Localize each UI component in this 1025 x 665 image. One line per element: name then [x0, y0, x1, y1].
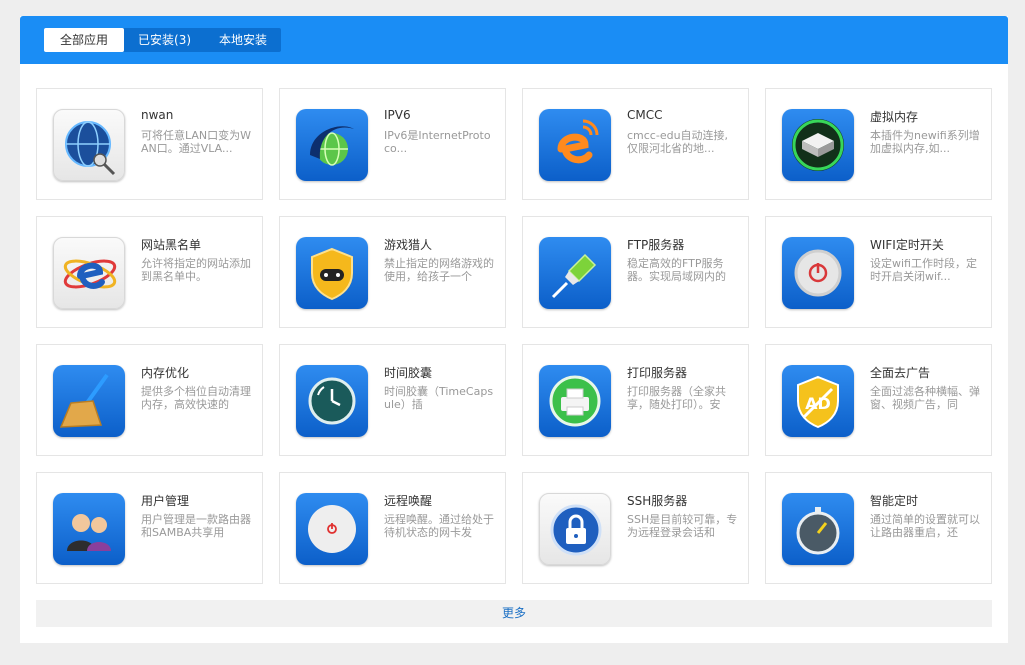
- app-card-game-hunter[interactable]: 游戏猎人 禁止指定的网络游戏的使用，给孩子一个: [279, 216, 506, 328]
- app-card-cmcc[interactable]: CMCC cmcc-edu自动连接,仅限河北省的地...: [522, 88, 749, 200]
- more-button[interactable]: 更多: [36, 600, 992, 627]
- ftp-plug-icon: [539, 237, 611, 309]
- app-card-nwan[interactable]: nwan 可将任意LAN口变为WAN口。通过VLA...: [36, 88, 263, 200]
- wake-power-icon: [296, 493, 368, 565]
- network-globe-icon: [53, 109, 125, 181]
- app-name: 用户管理: [141, 494, 190, 508]
- app-description: SSH是目前较可靠，专为远程登录会话和: [627, 513, 738, 539]
- app-card-time-capsule[interactable]: 时间胶囊 时间胶囊（TimeCapsule）插: [279, 344, 506, 456]
- ad-block-shield-icon: AD: [782, 365, 854, 437]
- app-description: 本插件为newifi系列增加虚拟内存,如...: [870, 129, 980, 155]
- app-name: 智能定时: [870, 494, 919, 508]
- app-card-ad-block[interactable]: AD 全面去广告 全面过滤各种横幅、弹窗、视频广告，同: [765, 344, 992, 456]
- app-name: 时间胶囊: [384, 366, 433, 380]
- app-description: 打印服务器（全家共享，随处打印）。安: [627, 385, 726, 411]
- app-name: CMCC: [627, 108, 663, 122]
- app-description: 允许将指定的网站添加到黑名单中。: [141, 257, 251, 283]
- app-description: 用户管理是一款路由器和SAMBA共享用: [141, 513, 251, 539]
- app-name: IPV6: [384, 108, 411, 122]
- app-name: 全面去广告: [870, 366, 931, 380]
- app-description: 可将任意LAN口变为WAN口。通过VLA...: [141, 129, 252, 155]
- app-card-virtual-memory[interactable]: 虚拟内存 本插件为newifi系列增加虚拟内存,如...: [765, 88, 992, 200]
- app-description: 时间胶囊（TimeCapsule）插: [384, 385, 494, 411]
- app-name: FTP服务器: [627, 238, 685, 252]
- browser-e-icon: [53, 237, 125, 309]
- app-name: 虚拟内存: [870, 110, 919, 124]
- cmcc-e-icon: [539, 109, 611, 181]
- app-card-ftp-server[interactable]: FTP服务器 稳定高效的FTP服务器。实现局域网内的: [522, 216, 749, 328]
- app-name: 网站黑名单: [141, 238, 202, 252]
- app-description: IPv6是InternetProtoco...: [384, 129, 491, 155]
- top-bar: 全部应用 已安装(3) 本地安装: [20, 16, 1008, 64]
- app-name: WIFI定时开关: [870, 238, 944, 252]
- app-description: 全面过滤各种横幅、弹窗、视频广告，同: [870, 385, 980, 411]
- tab-local-install[interactable]: 本地安装: [205, 28, 281, 52]
- app-card-ssh-server[interactable]: SSH服务器 SSH是目前较可靠，专为远程登录会话和: [522, 472, 749, 584]
- tab-all-apps[interactable]: 全部应用: [44, 28, 125, 52]
- app-description: 远程唤醒。通过给处于待机状态的网卡发: [384, 513, 494, 539]
- app-store-panel: 全部应用 已安装(3) 本地安装 nwan 可将任意LAN口变为WAN口。通过V…: [20, 16, 1008, 643]
- app-description: 提供多个档位自动清理内存，高效快速的: [141, 385, 251, 411]
- tab-installed[interactable]: 已安装(3): [124, 28, 205, 52]
- app-card-remote-wake[interactable]: 远程唤醒 远程唤醒。通过给处于待机状态的网卡发: [279, 472, 506, 584]
- app-name: 游戏猎人: [384, 238, 433, 252]
- app-name: nwan: [141, 108, 174, 122]
- app-card-smart-timer[interactable]: 智能定时 通过简单的设置就可以让路由器重启，还: [765, 472, 992, 584]
- app-description: cmcc-edu自动连接,仅限河北省的地...: [627, 129, 729, 155]
- app-name: 内存优化: [141, 366, 190, 380]
- app-name: 远程唤醒: [384, 494, 433, 508]
- app-description: 禁止指定的网络游戏的使用，给孩子一个: [384, 257, 494, 283]
- printer-icon: [539, 365, 611, 437]
- app-description: 设定wifi工作时段，定时开启关闭wif...: [870, 257, 977, 283]
- app-description: 通过简单的设置就可以让路由器重启，还: [870, 513, 980, 539]
- ipv6-globe-icon: [296, 109, 368, 181]
- hard-drive-icon: [782, 109, 854, 181]
- broom-icon: [53, 365, 125, 437]
- app-card-ipv6[interactable]: IPV6 IPv6是InternetProtoco...: [279, 88, 506, 200]
- app-grid: nwan 可将任意LAN口变为WAN口。通过VLA... IPV6 IPv6是I…: [36, 88, 992, 584]
- app-name: 打印服务器: [627, 366, 688, 380]
- app-description: 稳定高效的FTP服务器。实现局域网内的: [627, 257, 726, 283]
- users-icon: [53, 493, 125, 565]
- app-card-wifi-timer[interactable]: WIFI定时开关 设定wifi工作时段，定时开启关闭wif...: [765, 216, 992, 328]
- stopwatch-icon: [782, 493, 854, 565]
- app-card-print-server[interactable]: 打印服务器 打印服务器（全家共享，随处打印）。安: [522, 344, 749, 456]
- app-card-memory-optimize[interactable]: 内存优化 提供多个档位自动清理内存，高效快速的: [36, 344, 263, 456]
- app-name: SSH服务器: [627, 494, 688, 508]
- app-card-website-blacklist[interactable]: 网站黑名单 允许将指定的网站添加到黑名单中。: [36, 216, 263, 328]
- time-capsule-icon: [296, 365, 368, 437]
- game-shield-icon: [296, 237, 368, 309]
- padlock-icon: [539, 493, 611, 565]
- power-button-icon: [782, 237, 854, 309]
- app-card-user-management[interactable]: 用户管理 用户管理是一款路由器和SAMBA共享用: [36, 472, 263, 584]
- tab-bar: 全部应用 已安装(3) 本地安装: [44, 28, 282, 52]
